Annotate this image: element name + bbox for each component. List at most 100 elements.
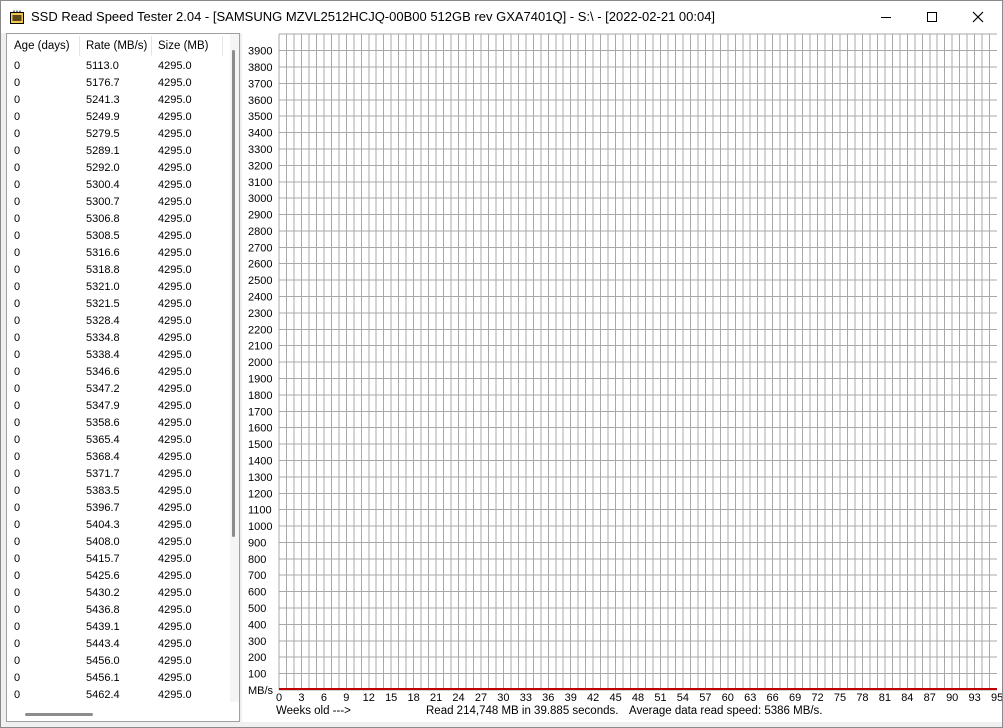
title-bar[interactable]: SSD Read Speed Tester 2.04 - [SAMSUNG MZ… [1,1,1002,33]
table-row[interactable]: 0 5328.4 4295.0 [7,313,230,330]
x-tick-label: 51 [654,692,666,704]
table-row[interactable]: 0 5430.2 4295.0 [7,585,230,602]
table-row[interactable]: 0 5306.8 4295.0 [7,211,230,228]
size-cell: 4295.0 [158,366,192,378]
x-tick-label: 84 [901,692,913,704]
x-tick-label: 60 [722,692,734,704]
size-cell: 4295.0 [158,298,192,310]
table-row[interactable]: 0 5292.0 4295.0 [7,160,230,177]
size-cell: 4295.0 [158,383,192,395]
table-row[interactable]: 0 5279.5 4295.0 [7,126,230,143]
y-tick-label: 900 [248,537,266,549]
table-row[interactable]: 0 5365.4 4295.0 [7,432,230,449]
y-tick-label: 3500 [248,111,272,123]
speed-graph-panel: 100 200 300 400 500 600 700 800 900 1000 1100 1200 1… [242,33,1002,722]
table-row[interactable]: 0 5462.4 4295.0 [7,687,230,704]
table-row[interactable]: 0 5300.4 4295.0 [7,177,230,194]
rate-cell: 5430.2 [86,587,120,599]
table-row[interactable]: 0 5443.4 4295.0 [7,636,230,653]
rate-cell: 5316.6 [86,247,120,259]
y-tick-label: 3100 [248,177,272,189]
y-tick-label: 3300 [248,144,272,156]
table-row[interactable]: 0 5358.6 4295.0 [7,415,230,432]
x-tick-label: 27 [475,692,487,704]
rate-cell: 5439.1 [86,621,120,633]
minimize-button[interactable] [863,1,909,33]
age-cell: 0 [14,536,21,548]
table-row[interactable]: 0 5408.0 4295.0 [7,534,230,551]
table-row[interactable]: 0 5383.5 4295.0 [7,483,230,500]
size-cell: 4295.0 [158,519,192,531]
y-tick-label: 2600 [248,259,272,271]
column-divider[interactable] [79,36,80,56]
table-row[interactable]: 0 5321.5 4295.0 [7,296,230,313]
rate-cell: 5368.4 [86,451,120,463]
table-row[interactable]: 0 5308.5 4295.0 [7,228,230,245]
size-cell: 4295.0 [158,434,192,446]
age-cell: 0 [14,196,21,208]
table-row[interactable]: 0 5318.8 4295.0 [7,262,230,279]
age-cell: 0 [14,162,21,174]
vertical-scroll-thumb[interactable] [232,50,235,537]
column-divider[interactable] [222,36,223,56]
age-cell: 0 [14,366,21,378]
table-row[interactable]: 0 5456.1 4295.0 [7,670,230,687]
column-header-age[interactable]: Age (days) [14,40,70,52]
average-speed: Average data read speed: 5386 MB/s. [629,705,823,717]
table-row[interactable]: 0 5346.6 4295.0 [7,364,230,381]
table-row[interactable]: 0 5241.3 4295.0 [7,92,230,109]
column-header-size[interactable]: Size (MB) [158,40,208,52]
size-cell: 4295.0 [158,417,192,429]
y-tick-label: 3200 [248,160,272,172]
table-row[interactable]: 0 5347.2 4295.0 [7,381,230,398]
size-cell: 4295.0 [158,111,192,123]
table-row[interactable]: 0 5334.8 4295.0 [7,330,230,347]
close-button[interactable] [955,1,1001,33]
table-row[interactable]: 0 5436.8 4295.0 [7,602,230,619]
size-cell: 4295.0 [158,621,192,633]
table-row[interactable]: 0 5396.7 4295.0 [7,500,230,517]
y-tick-label: 3600 [248,95,272,107]
results-list[interactable]: Age (days) Rate (MB/s) Size (MB) 0 5113.0… [6,33,240,722]
table-row[interactable]: 0 5371.7 4295.0 [7,466,230,483]
y-tick-label: 600 [248,587,266,599]
table-row[interactable]: 0 5300.7 4295.0 [7,194,230,211]
table-row[interactable]: 0 5249.9 4295.0 [7,109,230,126]
table-row[interactable]: 0 5456.0 4295.0 [7,653,230,670]
column-divider[interactable] [151,36,152,56]
list-rows: 0 5113.0 4295.0 0 5176.7 4295.0 0 5241.3 4295.0 0… [7,58,230,704]
horizontal-scrollbar[interactable] [7,708,230,720]
table-row[interactable]: 0 5404.3 4295.0 [7,517,230,534]
y-tick-label: 1600 [248,423,272,435]
table-row[interactable]: 0 5439.1 4295.0 [7,619,230,636]
x-tick-label: 15 [385,692,397,704]
table-row[interactable]: 0 5425.6 4295.0 [7,568,230,585]
table-row[interactable]: 0 5289.1 4295.0 [7,143,230,160]
table-row[interactable]: 0 5415.7 4295.0 [7,551,230,568]
rate-cell: 5425.6 [86,570,120,582]
horizontal-scroll-thumb[interactable] [25,713,93,716]
age-cell: 0 [14,672,21,684]
x-axis-label: Weeks old ---> [276,705,351,717]
x-tick-label: 0 [276,692,282,704]
table-row[interactable]: 0 5316.6 4295.0 [7,245,230,262]
size-cell: 4295.0 [158,485,192,497]
column-header-rate[interactable]: Rate (MB/s) [86,40,147,52]
x-tick-label: 18 [408,692,420,704]
x-tick-label: 9 [343,692,349,704]
maximize-button[interactable] [909,1,955,33]
vertical-scrollbar[interactable] [230,34,239,702]
table-row[interactable]: 0 5338.4 4295.0 [7,347,230,364]
age-cell: 0 [14,655,21,667]
table-row[interactable]: 0 5347.9 4295.0 [7,398,230,415]
window-title: SSD Read Speed Tester 2.04 - [SAMSUNG MZ… [31,9,716,24]
y-tick-label: 1900 [248,373,272,385]
rate-cell: 5176.7 [86,77,120,89]
table-row[interactable]: 0 5321.0 4295.0 [7,279,230,296]
age-cell: 0 [14,230,21,242]
table-row[interactable]: 0 5176.7 4295.0 [7,75,230,92]
table-row[interactable]: 0 5113.0 4295.0 [7,58,230,75]
age-cell: 0 [14,417,21,429]
app-icon [10,10,24,24]
table-row[interactable]: 0 5368.4 4295.0 [7,449,230,466]
